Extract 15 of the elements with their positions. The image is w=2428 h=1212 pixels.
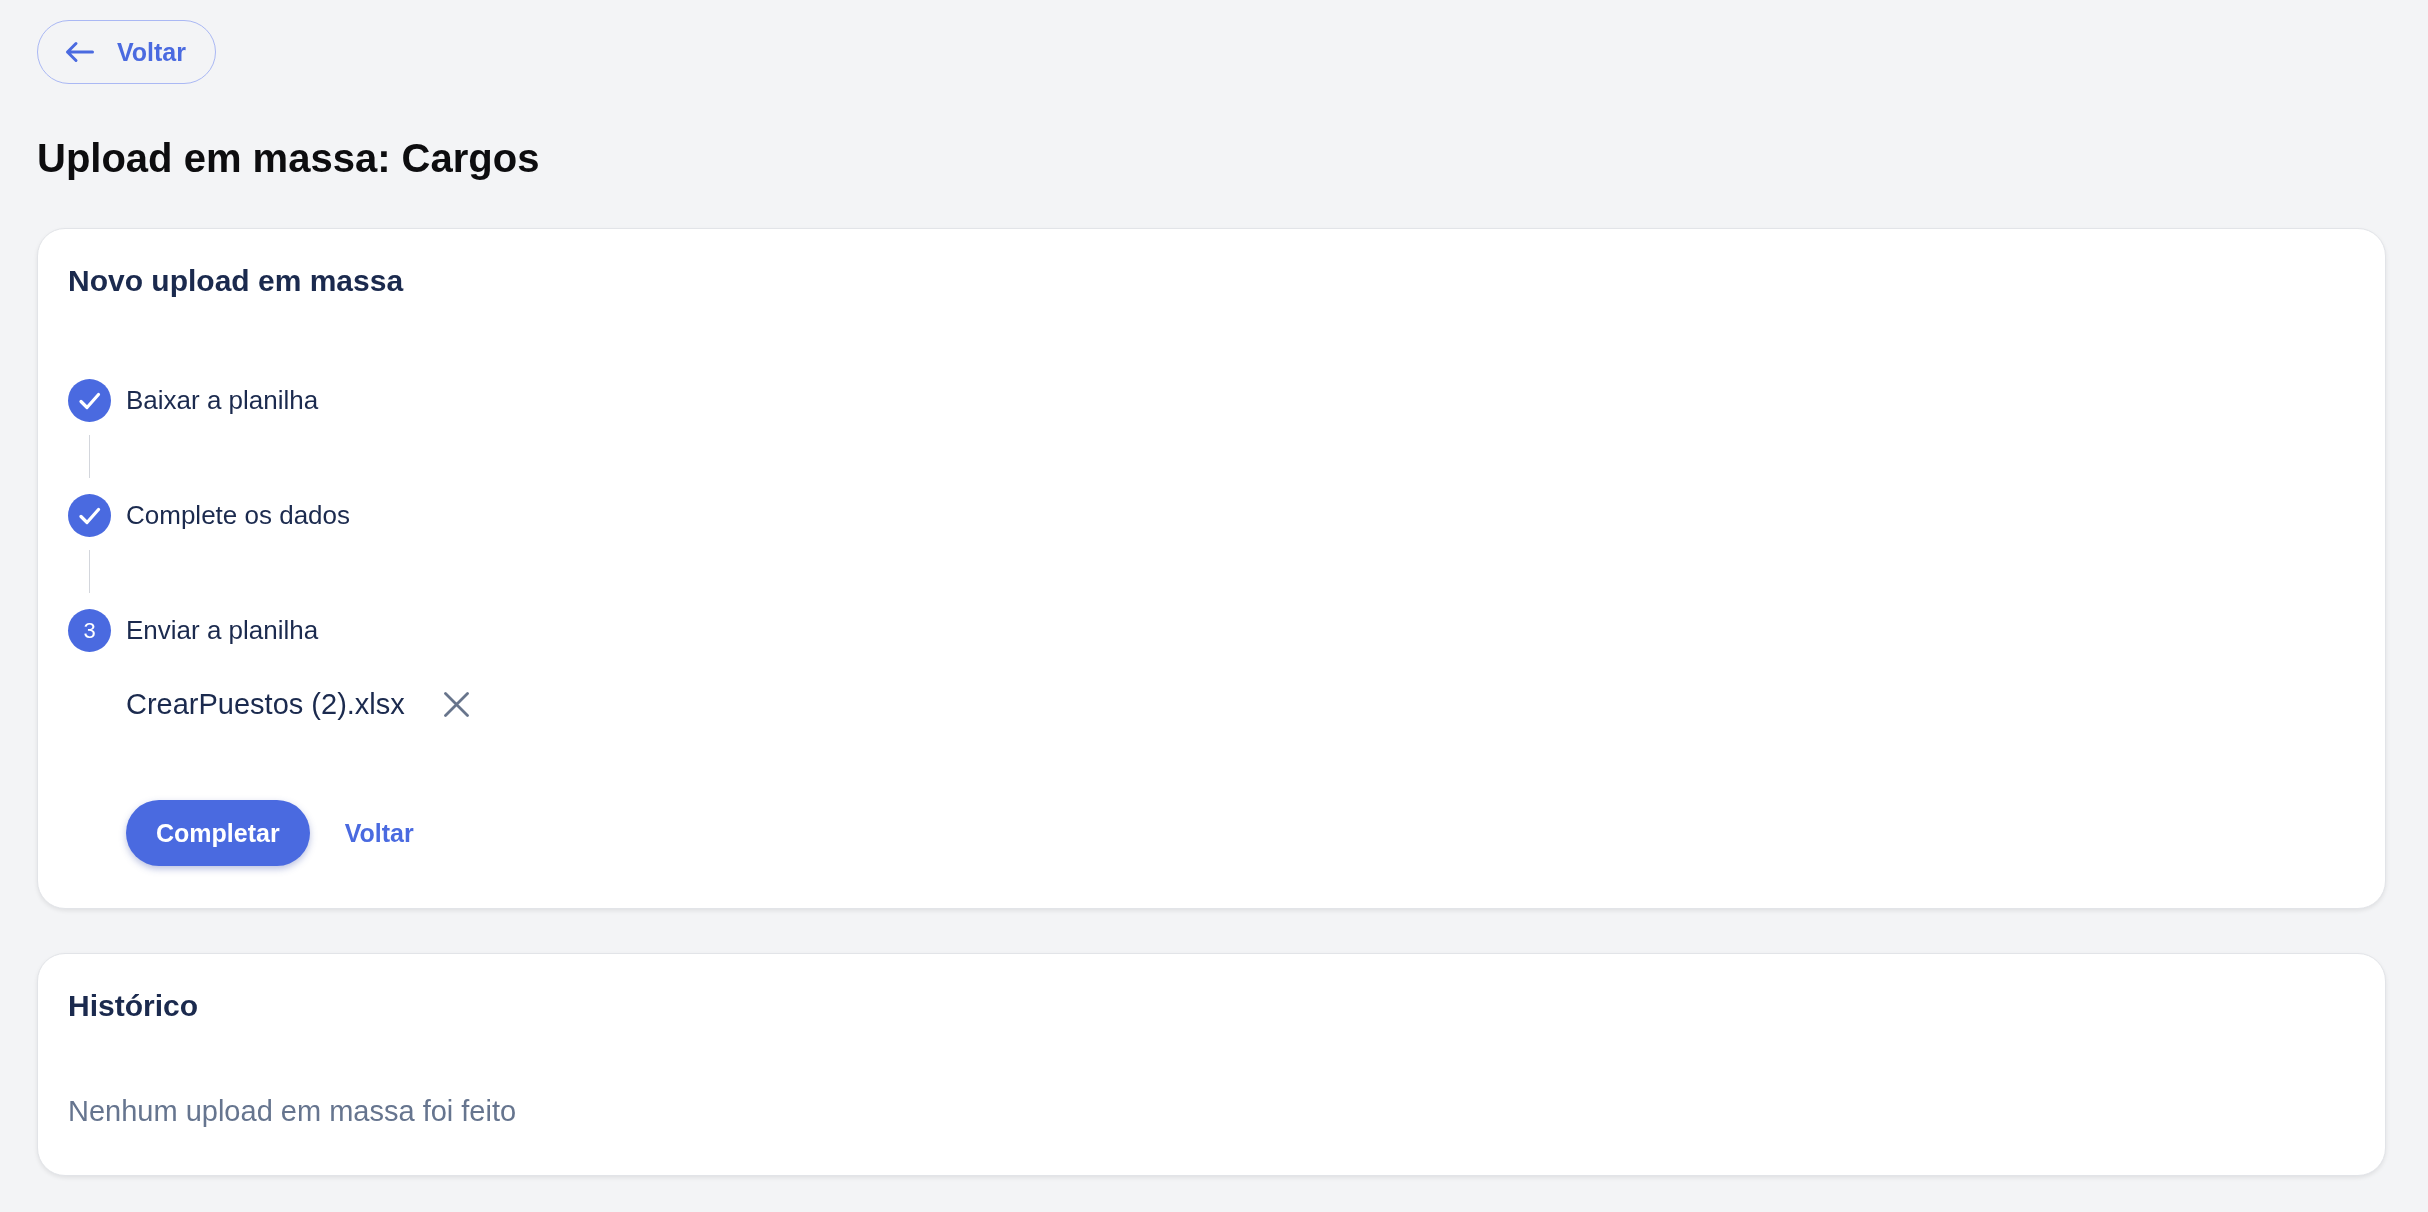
step-label: Baixar a planilha [126,384,319,417]
step-label: Enviar a planilha [126,614,319,647]
step-number: 3 [68,609,111,652]
file-name: CrearPuestos (2).xlsx [126,687,405,721]
step-label: Complete os dados [126,499,351,532]
step-connector-line [88,550,91,593]
step-connector-line [88,435,91,478]
empty-history-message: Nenhum upload em massa foi feito [68,1094,517,1129]
link-button[interactable]: Voltar [344,818,414,848]
arrow-left-icon [65,40,95,64]
card-title: Histórico [68,988,199,1024]
close-icon[interactable] [443,691,469,717]
primary-button[interactable]: Completar [126,800,310,866]
card-title: Novo upload em massa [68,263,404,299]
page-title: Upload em massa: Cargos [37,135,540,182]
